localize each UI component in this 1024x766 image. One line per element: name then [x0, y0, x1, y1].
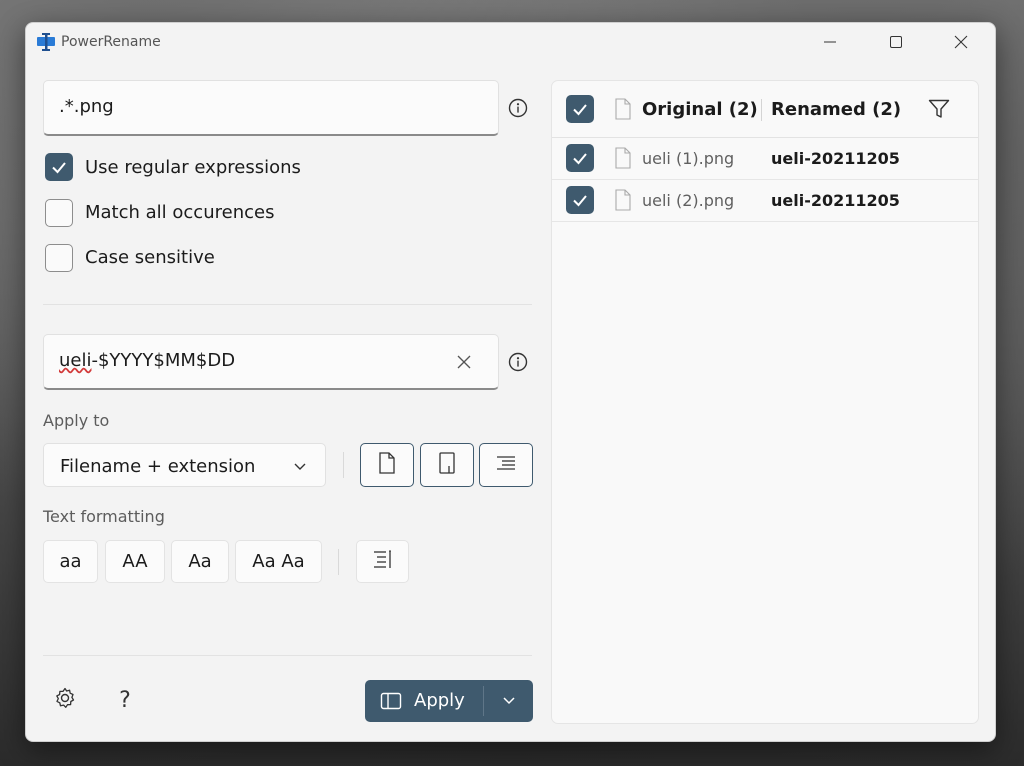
titlecase-button[interactable]: Aa [171, 540, 229, 583]
maximize-icon [889, 34, 903, 53]
renamed-column-header[interactable]: Renamed (2) [771, 99, 901, 120]
question-mark-icon: ? [119, 687, 131, 713]
checkmark-icon [573, 104, 587, 116]
apply-to-label: Apply to [43, 411, 110, 430]
file-icon [615, 147, 631, 173]
uppercase-button[interactable]: AA [105, 540, 165, 583]
formatting-separator [338, 549, 339, 575]
search-input-value: .*.png [59, 96, 114, 117]
row-checkbox[interactable] [566, 186, 594, 214]
filter-icon[interactable] [928, 99, 950, 123]
original-filename: ueli (1).png [642, 149, 735, 168]
replace-value-rest: -$YYYY$MM$DD [91, 350, 236, 371]
table-row[interactable]: ueli (2).png ueli-20211205 [552, 180, 978, 222]
rename-icon [380, 691, 402, 715]
renamed-filename: ueli-20211205 [771, 149, 900, 168]
column-separator [761, 99, 762, 121]
file-icon [615, 98, 631, 124]
exclude-folders-toggle[interactable] [420, 443, 474, 487]
title-bar: PowerRename [26, 23, 995, 63]
original-column-header[interactable]: Original (2) [642, 99, 758, 120]
toolbar-separator [343, 452, 344, 478]
help-button[interactable]: ? [112, 687, 138, 713]
folder-icon [438, 452, 456, 478]
match-all-checkbox[interactable] [45, 199, 73, 227]
search-info-icon[interactable] [508, 98, 528, 118]
apply-options-button[interactable] [484, 680, 533, 722]
file-icon [378, 452, 396, 478]
footer-divider [43, 655, 532, 656]
window-title: PowerRename [61, 34, 161, 50]
original-filename: ueli (2).png [642, 191, 735, 210]
minimize-icon [823, 34, 837, 53]
select-all-checkbox[interactable] [566, 95, 594, 123]
apply-to-selected: Filename + extension [60, 456, 256, 477]
apply-label: Apply [414, 690, 465, 711]
renamed-filename: ueli-20211205 [771, 191, 900, 210]
checkmark-icon [573, 195, 587, 207]
enumerate-items-button[interactable] [356, 540, 409, 583]
case-sensitive-checkbox[interactable] [45, 244, 73, 272]
capitalize-words-button[interactable]: Aa Aa [235, 540, 322, 583]
exclude-files-toggle[interactable] [360, 443, 414, 487]
lowercase-button[interactable]: aa [43, 540, 98, 583]
chevron-down-icon [293, 458, 307, 477]
enumerate-icon [372, 549, 394, 574]
settings-button[interactable] [52, 687, 78, 713]
file-icon [615, 189, 631, 215]
replace-input[interactable]: ueli-$YYYY$MM$DD [43, 334, 499, 390]
use-regex-checkbox[interactable] [45, 153, 73, 181]
chevron-down-icon [502, 692, 516, 711]
replace-info-icon[interactable] [508, 352, 528, 372]
table-row[interactable]: ueli (1).png ueli-20211205 [552, 138, 978, 180]
subfolder-items-icon [495, 455, 517, 475]
clear-icon[interactable] [456, 354, 472, 374]
replace-input-value: ueli-$YYYY$MM$DD [59, 350, 235, 371]
text-formatting-label: Text formatting [43, 507, 165, 526]
apply-to-dropdown[interactable]: Filename + extension [43, 443, 326, 487]
section-divider [43, 304, 532, 305]
powerrename-app-icon [36, 33, 56, 51]
match-all-label: Match all occurences [85, 202, 275, 223]
minimize-button[interactable] [810, 29, 850, 57]
powerrename-window: PowerRename .*.png Use regular expressio… [25, 22, 996, 742]
misspelled-word: ueli [59, 350, 92, 371]
gear-icon [53, 686, 77, 714]
row-checkbox[interactable] [566, 144, 594, 172]
checkmark-icon [52, 162, 66, 174]
case-sensitive-label: Case sensitive [85, 247, 215, 268]
maximize-button[interactable] [876, 29, 916, 57]
apply-button[interactable]: Apply [365, 680, 483, 722]
preview-panel: Original (2) Renamed (2) ueli (1).png ue… [551, 80, 979, 724]
exclude-subfolders-toggle[interactable] [479, 443, 533, 487]
use-regex-label: Use regular expressions [85, 157, 301, 178]
close-icon [954, 34, 968, 53]
close-button[interactable] [941, 29, 981, 57]
search-input[interactable]: .*.png [43, 80, 499, 136]
apply-split-button: Apply [365, 680, 533, 722]
checkmark-icon [573, 153, 587, 165]
preview-header: Original (2) Renamed (2) [552, 81, 978, 138]
